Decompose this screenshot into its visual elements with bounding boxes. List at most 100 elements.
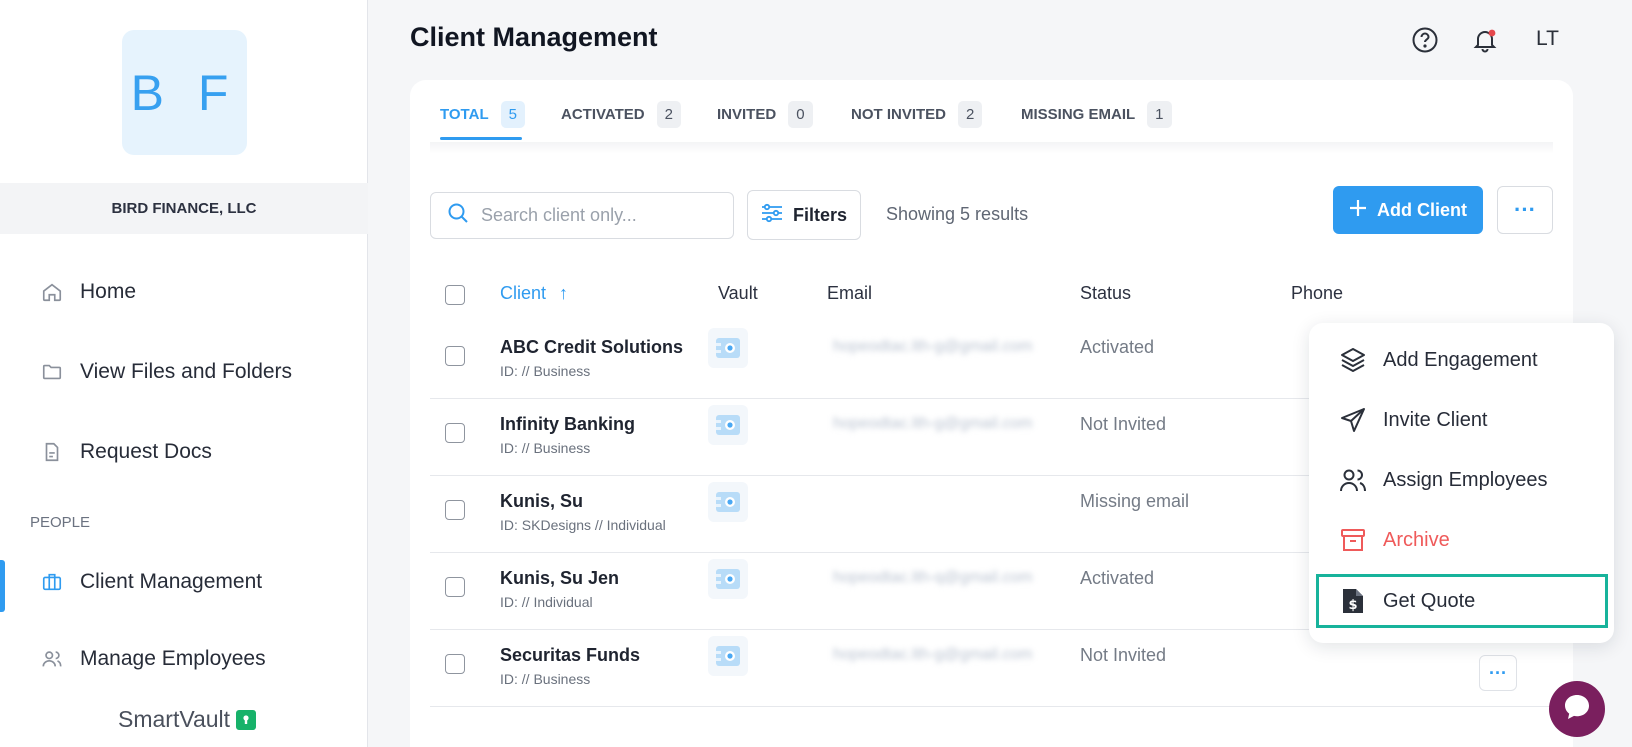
sidebar: B F BIRD FINANCE, LLC Home View Files an… — [0, 0, 368, 747]
tabs-divider — [430, 142, 1553, 154]
vault-icon[interactable] — [708, 636, 748, 676]
vault-icon[interactable] — [708, 405, 748, 445]
folder-icon — [40, 360, 64, 384]
column-header-phone: Phone — [1291, 283, 1344, 303]
filters-label: Filters — [792, 204, 848, 225]
users-icon — [40, 647, 64, 671]
add-client-button[interactable]: Add Client — [1333, 186, 1483, 234]
layers-icon — [1339, 346, 1367, 374]
row-checkbox[interactable] — [445, 500, 465, 520]
tab-label: TOTAL — [440, 105, 489, 123]
row-checkbox[interactable] — [445, 346, 465, 366]
tab-label: INVITED — [717, 105, 777, 123]
page-title: Client Management — [410, 22, 658, 52]
sort-arrow-up-icon: ↑ — [559, 283, 569, 303]
column-header-vault: Vault — [718, 283, 758, 303]
dollar-file-icon: $ — [1339, 587, 1367, 615]
menu-item-invite-client[interactable]: Invite Client — [1325, 393, 1599, 447]
tab-count-badge: 2 — [958, 100, 983, 128]
sliders-icon — [761, 203, 783, 228]
menu-item-get-quote[interactable]: $ Get Quote — [1316, 574, 1608, 628]
section-people-label: PEOPLE — [30, 514, 91, 531]
nav-manage-employees[interactable]: Manage Employees — [0, 637, 368, 681]
nav-manage-employees-label: Manage Employees — [80, 647, 266, 670]
tab-not-invited[interactable]: NOT INVITED 2 — [851, 98, 983, 130]
client-email: hopeodtac.lth-g@gmail.com — [833, 415, 1033, 432]
search-box[interactable] — [430, 192, 734, 239]
tab-count-badge: 0 — [788, 100, 813, 128]
client-status: Activated — [1080, 337, 1155, 357]
svg-text:$: $ — [1348, 598, 1357, 613]
menu-item-add-engagement[interactable]: Add Engagement — [1325, 333, 1599, 387]
tab-count-badge: 1 — [1147, 100, 1172, 128]
client-id: ID: // Business — [500, 363, 591, 379]
client-name[interactable]: ABC Credit Solutions — [500, 337, 683, 358]
row-checkbox[interactable] — [445, 423, 465, 443]
bell-icon[interactable] — [1470, 25, 1500, 55]
client-name[interactable]: Kunis, Su — [500, 491, 583, 512]
tab-count-badge: 5 — [500, 100, 525, 128]
send-icon — [1339, 406, 1367, 434]
user-avatar-initials[interactable]: LT — [1536, 27, 1559, 51]
menu-item-assign-employees[interactable]: Assign Employees — [1325, 453, 1599, 507]
client-name[interactable]: Infinity Banking — [500, 414, 635, 435]
nav-home-label: Home — [80, 280, 137, 303]
client-status: Missing email — [1080, 491, 1190, 511]
nav-request-docs-label: Request Docs — [80, 440, 212, 463]
archive-icon — [1339, 526, 1367, 554]
row-more-button[interactable]: ··· — [1479, 655, 1517, 691]
nav-view-files[interactable]: View Files and Folders — [0, 350, 368, 394]
org-name[interactable]: BIRD FINANCE, LLC — [0, 183, 368, 234]
more-options-button[interactable]: ··· — [1497, 186, 1553, 234]
column-header-label: Client — [500, 283, 547, 303]
document-icon — [40, 440, 64, 464]
menu-item-label: Get Quote — [1383, 589, 1476, 612]
vault-icon[interactable] — [708, 559, 748, 599]
column-header-client[interactable]: Client ↑ — [500, 283, 568, 304]
menu-item-label: Add Engagement — [1383, 348, 1538, 371]
help-circle-icon[interactable] — [1410, 25, 1440, 55]
chat-button[interactable] — [1549, 681, 1605, 737]
client-id: ID: // Business — [500, 440, 591, 456]
add-client-label: Add Client — [1377, 199, 1467, 220]
tab-activated[interactable]: ACTIVATED 2 — [561, 98, 681, 130]
nav-request-docs[interactable]: Request Docs — [0, 430, 368, 474]
client-email: hopeodtac.lth-g@gmail.com — [833, 646, 1033, 663]
brand-logo: SmartVault — [118, 706, 257, 733]
select-all-checkbox[interactable] — [445, 285, 465, 305]
brand-name: SmartVault — [118, 706, 231, 732]
row-checkbox[interactable] — [445, 654, 465, 674]
client-email: hopeodtac.lth-g@gmail.com — [833, 338, 1033, 355]
tab-invited[interactable]: INVITED 0 — [717, 98, 813, 130]
column-header-email: Email — [827, 283, 873, 303]
client-name[interactable]: Securitas Funds — [500, 645, 640, 666]
menu-item-label: Assign Employees — [1383, 468, 1548, 491]
tab-count-badge: 2 — [656, 100, 681, 128]
menu-item-label: Archive — [1383, 528, 1450, 551]
client-status: Activated — [1080, 568, 1155, 588]
row-checkbox[interactable] — [445, 577, 465, 597]
column-header-status: Status — [1080, 283, 1132, 303]
plus-icon — [1349, 199, 1367, 222]
vault-icon[interactable] — [708, 328, 748, 368]
menu-item-archive[interactable]: Archive — [1325, 513, 1599, 567]
menu-item-label: Invite Client — [1383, 408, 1488, 431]
tab-missing-email[interactable]: MISSING EMAIL 1 — [1021, 98, 1172, 130]
briefcase-icon — [40, 570, 64, 594]
nav-client-management[interactable]: Client Management — [0, 560, 368, 612]
tab-total[interactable]: TOTAL 5 — [440, 98, 525, 130]
tab-label: MISSING EMAIL — [1021, 105, 1136, 123]
search-input[interactable] — [481, 205, 711, 226]
nav-view-files-label: View Files and Folders — [80, 360, 293, 383]
vault-icon[interactable] — [708, 482, 748, 522]
client-name[interactable]: Kunis, Su Jen — [500, 568, 619, 589]
tab-label: ACTIVATED — [561, 105, 645, 123]
results-count: Showing 5 results — [886, 204, 1029, 224]
client-id: ID: // Individual — [500, 594, 593, 610]
nav-home[interactable]: Home — [0, 270, 368, 314]
tab-label: NOT INVITED — [851, 105, 947, 123]
search-icon — [447, 202, 469, 229]
filters-button[interactable]: Filters — [747, 190, 861, 240]
client-email: hopeodtac.lth-q@gmail.com — [833, 569, 1033, 586]
lock-icon — [236, 709, 257, 730]
